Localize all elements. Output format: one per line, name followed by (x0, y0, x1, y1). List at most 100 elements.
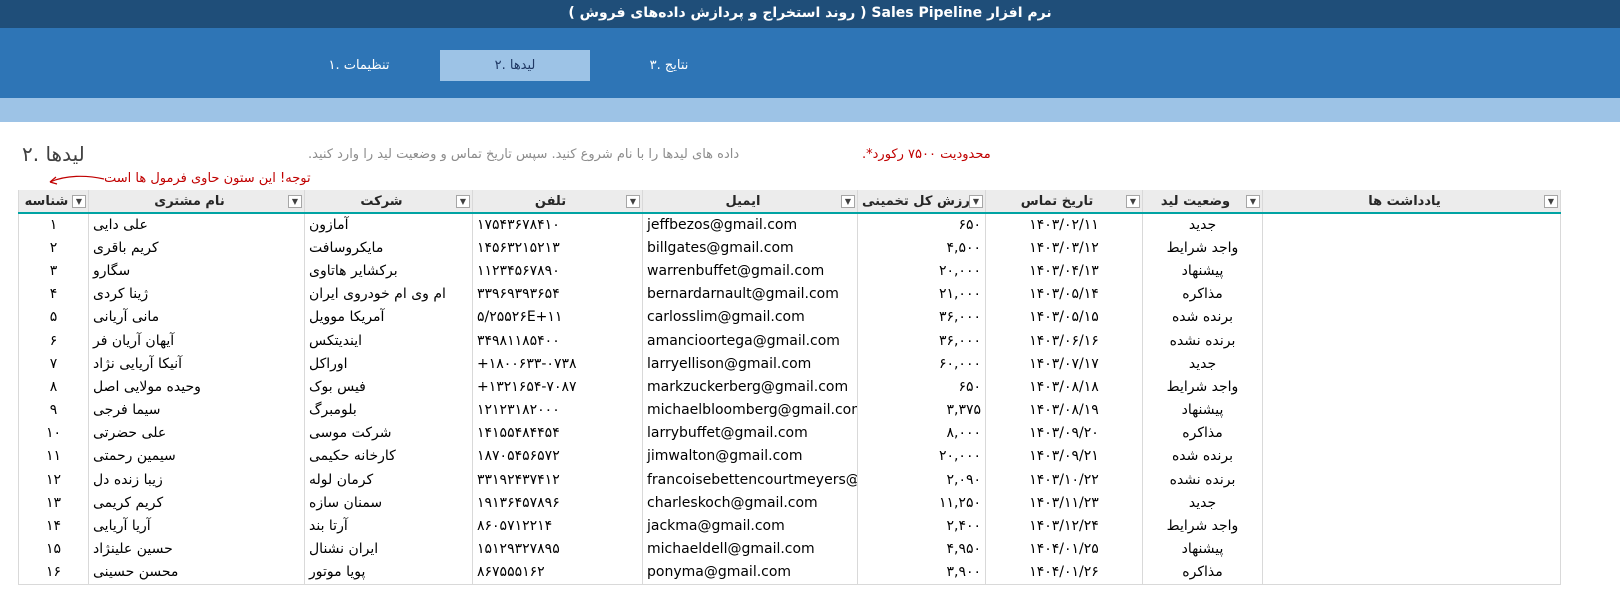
cell-company[interactable]: ام وی ام خودروی ایران (304, 282, 473, 306)
cell-email[interactable]: warrenbuffet@gmail.com (642, 259, 858, 283)
cell-estimated-value[interactable]: ۳۶,۰۰۰ (857, 328, 986, 353)
cell-phone[interactable]: ۱۸۷۰۵۴۵۶۵۷۲ (472, 444, 643, 469)
cell-customer-name[interactable]: مانی آریانی (88, 305, 305, 329)
cell-notes[interactable] (1262, 305, 1561, 329)
cell-estimated-value[interactable]: ۴,۵۰۰ (857, 236, 986, 260)
cell-id[interactable]: ۱۰ (18, 421, 89, 445)
cell-customer-name[interactable]: آریا آریایی (88, 514, 305, 538)
cell-id[interactable]: ۱۶ (18, 560, 89, 585)
cell-contact-date[interactable]: ۱۴۰۳/۰۹/۲۱ (985, 444, 1143, 469)
filter-dropdown-icon[interactable]: ▼ (456, 195, 470, 208)
column-header-name[interactable]: نام مشتری ▼ (88, 190, 305, 214)
cell-notes[interactable] (1262, 328, 1561, 353)
cell-company[interactable]: سمنان سازه (304, 491, 473, 515)
column-header-company[interactable]: شرکت ▼ (304, 190, 473, 214)
cell-lead-status[interactable]: مذاکره (1142, 282, 1263, 306)
cell-company[interactable]: شرکت موسی (304, 421, 473, 445)
cell-notes[interactable] (1262, 352, 1561, 376)
cell-lead-status[interactable]: پیشنهاد (1142, 398, 1263, 422)
cell-company[interactable]: آرتا بند (304, 514, 473, 538)
cell-company[interactable]: برکشایر هاتاوی (304, 259, 473, 283)
column-header-id[interactable]: شناسه ▼ (18, 190, 89, 214)
filter-dropdown-icon[interactable]: ▼ (1246, 195, 1260, 208)
cell-id[interactable]: ۳ (18, 259, 89, 283)
cell-notes[interactable] (1262, 259, 1561, 283)
cell-notes[interactable] (1262, 537, 1561, 561)
cell-contact-date[interactable]: ۱۴۰۳/۰۵/۱۴ (985, 282, 1143, 306)
cell-estimated-value[interactable]: ۲۱,۰۰۰ (857, 282, 986, 306)
cell-company[interactable]: فیس بوک (304, 375, 473, 399)
filter-dropdown-icon[interactable]: ▼ (626, 195, 640, 208)
cell-id[interactable]: ۸ (18, 375, 89, 399)
cell-customer-name[interactable]: حسین علینژاد (88, 537, 305, 561)
cell-notes[interactable] (1262, 398, 1561, 422)
cell-email[interactable]: francoisebettencourtmeyers@gmail.com (642, 468, 858, 492)
cell-email[interactable]: larrybuffet@gmail.com (642, 421, 858, 445)
filter-dropdown-icon[interactable]: ▼ (1544, 195, 1558, 208)
cell-company[interactable]: مایکروسافت (304, 236, 473, 260)
cell-phone[interactable]: ۱۲۱۲۳۱۸۲۰۰۰ (472, 398, 643, 422)
cell-customer-name[interactable]: علی دایی (88, 213, 305, 237)
cell-id[interactable]: ۱۲ (18, 468, 89, 492)
cell-phone[interactable]: ۱۱۲۳۴۵۶۷۸۹۰ (472, 259, 643, 283)
cell-phone[interactable]: ۸۶۰۵۷۱۲۲۱۴ (472, 514, 643, 538)
cell-customer-name[interactable]: کریم کریمی (88, 491, 305, 515)
column-header-date[interactable]: تاریخ تماس ▼ (985, 190, 1143, 214)
cell-lead-status[interactable]: واجد شرایط (1142, 514, 1263, 538)
cell-id[interactable]: ۷ (18, 352, 89, 376)
cell-customer-name[interactable]: وحیده مولایی اصل (88, 375, 305, 399)
cell-notes[interactable] (1262, 421, 1561, 445)
cell-notes[interactable] (1262, 444, 1561, 469)
cell-email[interactable]: michaeldell@gmail.com (642, 537, 858, 561)
cell-phone[interactable]: +۱۸۰۰۶۳۳-۰۷۳۸ (472, 352, 643, 376)
cell-notes[interactable] (1262, 560, 1561, 585)
cell-lead-status[interactable]: پیشنهاد (1142, 259, 1263, 283)
cell-id[interactable]: ۱۱ (18, 444, 89, 469)
cell-phone[interactable]: ۱۴۱۵۵۴۸۴۴۵۴ (472, 421, 643, 445)
cell-lead-status[interactable]: جدید (1142, 491, 1263, 515)
cell-notes[interactable] (1262, 236, 1561, 260)
cell-customer-name[interactable]: محسن حسینی (88, 560, 305, 585)
cell-phone[interactable]: ۱۵۱۲۹۳۲۷۸۹۵ (472, 537, 643, 561)
cell-contact-date[interactable]: ۱۴۰۳/۱۲/۲۴ (985, 514, 1143, 538)
cell-contact-date[interactable]: ۱۴۰۴/۰۱/۲۵ (985, 537, 1143, 561)
cell-email[interactable]: michaelbloomberg@gmail.com (642, 398, 858, 422)
cell-company[interactable]: آمازون (304, 213, 473, 237)
cell-company[interactable]: بلومبرگ (304, 398, 473, 422)
cell-estimated-value[interactable]: ۱۱,۲۵۰ (857, 491, 986, 515)
cell-company[interactable]: اوراکل (304, 352, 473, 376)
cell-contact-date[interactable]: ۱۴۰۳/۰۴/۱۳ (985, 259, 1143, 283)
cell-notes[interactable] (1262, 491, 1561, 515)
filter-dropdown-icon[interactable]: ▼ (288, 195, 302, 208)
cell-estimated-value[interactable]: ۲,۴۰۰ (857, 514, 986, 538)
cell-lead-status[interactable]: مذاکره (1142, 560, 1263, 585)
cell-email[interactable]: jeffbezos@gmail.com (642, 213, 858, 237)
column-header-status[interactable]: وضعیت لید ▼ (1142, 190, 1263, 214)
cell-estimated-value[interactable]: ۴,۹۵۰ (857, 537, 986, 561)
cell-contact-date[interactable]: ۱۴۰۳/۰۸/۱۹ (985, 398, 1143, 422)
cell-lead-status[interactable]: مذاکره (1142, 421, 1263, 445)
cell-customer-name[interactable]: سگارو (88, 259, 305, 283)
cell-contact-date[interactable]: ۱۴۰۳/۰۲/۱۱ (985, 213, 1143, 237)
cell-email[interactable]: billgates@gmail.com (642, 236, 858, 260)
column-header-value[interactable]: ارزش کل تخمینی ▼ (857, 190, 986, 214)
cell-customer-name[interactable]: سیمین رحمتی (88, 444, 305, 469)
cell-phone[interactable]: ۵/۲۵۵۲۶E+۱۱ (472, 305, 643, 329)
cell-id[interactable]: ۱۳ (18, 491, 89, 515)
cell-contact-date[interactable]: ۱۴۰۳/۰۵/۱۵ (985, 305, 1143, 329)
cell-email[interactable]: jackma@gmail.com (642, 514, 858, 538)
cell-notes[interactable] (1262, 468, 1561, 492)
cell-id[interactable]: ۶ (18, 328, 89, 353)
cell-estimated-value[interactable]: ۶۵۰ (857, 213, 986, 237)
cell-email[interactable]: bernardarnault@gmail.com (642, 282, 858, 306)
cell-company[interactable]: آمریکا موویل (304, 305, 473, 329)
cell-contact-date[interactable]: ۱۴۰۳/۱۱/۲۳ (985, 491, 1143, 515)
cell-estimated-value[interactable]: ۳,۹۰۰ (857, 560, 986, 585)
cell-phone[interactable]: ۳۳۹۶۹۳۹۳۶۵۴ (472, 282, 643, 306)
cell-lead-status[interactable]: برنده شده (1142, 305, 1263, 329)
cell-notes[interactable] (1262, 282, 1561, 306)
cell-company[interactable]: کرمان لوله (304, 468, 473, 492)
filter-dropdown-icon[interactable]: ▼ (1126, 195, 1140, 208)
cell-phone[interactable]: +۱۳۲۱۶۵۴-۷۰۸۷ (472, 375, 643, 399)
cell-phone[interactable]: ۱۹۱۳۶۴۵۷۸۹۶ (472, 491, 643, 515)
